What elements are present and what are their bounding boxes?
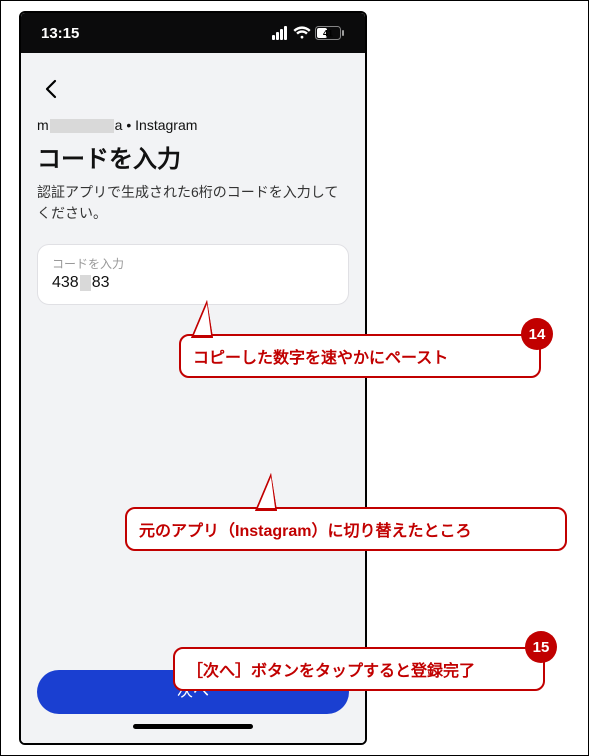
annotation-15: ［次へ］ボタンをタップすると登録完了 15 <box>173 647 545 691</box>
page-title: コードを入力 <box>37 139 349 174</box>
redaction-block <box>50 119 114 133</box>
annotation-badge-14: 14 <box>521 318 553 350</box>
account-line: ma • Instagram <box>37 117 349 133</box>
status-right: 41 <box>272 26 345 40</box>
content-sheet: ma • Instagram コードを入力 認証アプリで生成された6桁のコードを… <box>21 59 365 743</box>
phone-frame: 13:15 41 <box>19 11 367 745</box>
account-prefix: m <box>37 117 49 133</box>
annotation-mid: 元のアプリ（Instagram）に切り替えたところ <box>125 507 567 551</box>
callout-tail-icon <box>191 300 213 338</box>
page-description: 認証アプリで生成された6桁のコードを入力してください。 <box>37 182 349 224</box>
annotation-15-text: ［次へ］ボタンをタップすると登録完了 <box>187 663 475 680</box>
chevron-left-icon <box>44 79 58 99</box>
annotation-14-text: コピーした数字を速やかにペースト <box>193 350 448 367</box>
cellular-signal-icon <box>272 26 287 40</box>
status-time: 13:15 <box>41 25 79 42</box>
back-button[interactable] <box>37 75 65 103</box>
wifi-icon <box>293 26 311 40</box>
annotation-14: コピーした数字を速やかにペースト 14 <box>179 334 541 378</box>
code-input-label: コードを入力 <box>52 255 334 272</box>
home-indicator <box>133 724 253 729</box>
annotation-badge-15: 15 <box>525 631 557 663</box>
phone-screen: 13:15 41 <box>21 13 365 743</box>
callout-tail-icon <box>255 473 277 511</box>
status-bar: 13:15 41 <box>21 13 365 53</box>
redaction-block <box>80 275 91 291</box>
code-input[interactable]: コードを入力 43883 <box>37 244 349 305</box>
battery-icon: 41 <box>315 26 345 40</box>
svg-text:41: 41 <box>323 29 333 39</box>
service-suffix: • Instagram <box>122 117 197 133</box>
annotation-mid-text: 元のアプリ（Instagram）に切り替えたところ <box>139 523 471 540</box>
code-input-value: 43883 <box>52 274 334 292</box>
